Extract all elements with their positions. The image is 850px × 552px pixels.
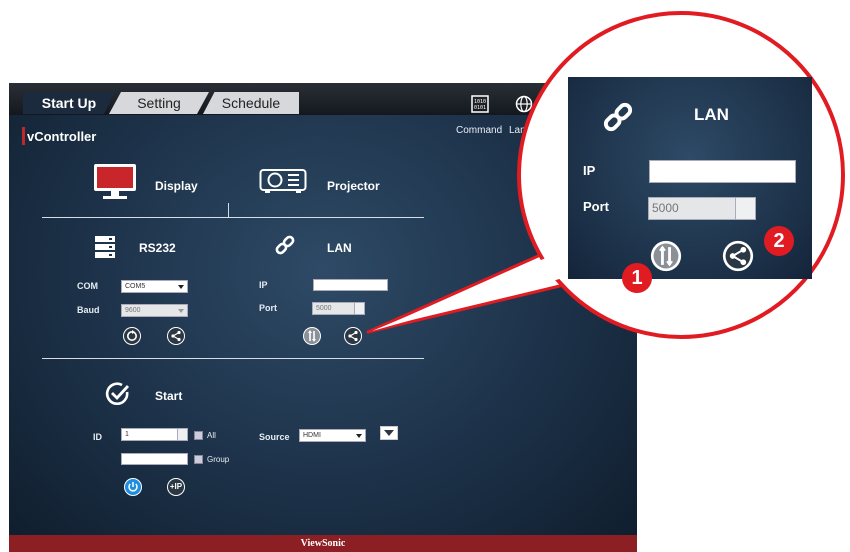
zoom-share-button[interactable] — [722, 240, 754, 277]
zoom-port-stepper[interactable] — [735, 198, 755, 219]
connect-icon — [650, 240, 682, 272]
zoom-port-input[interactable]: 5000 — [648, 197, 756, 220]
zoom-ip-input[interactable] — [649, 160, 796, 183]
link-icon — [600, 99, 636, 140]
share-icon — [722, 240, 754, 272]
annotation-badge-1: 1 — [622, 263, 652, 293]
zoom-ip-label: IP — [583, 163, 596, 178]
zoom-connect-button[interactable] — [650, 240, 682, 277]
zoom-lan-title: LAN — [694, 105, 729, 124]
callout-pointer — [366, 246, 570, 334]
zoom-port-label: Port — [583, 199, 609, 214]
zoom-port-value: 5000 — [652, 201, 679, 215]
annotation-badge-2: 2 — [764, 226, 794, 256]
